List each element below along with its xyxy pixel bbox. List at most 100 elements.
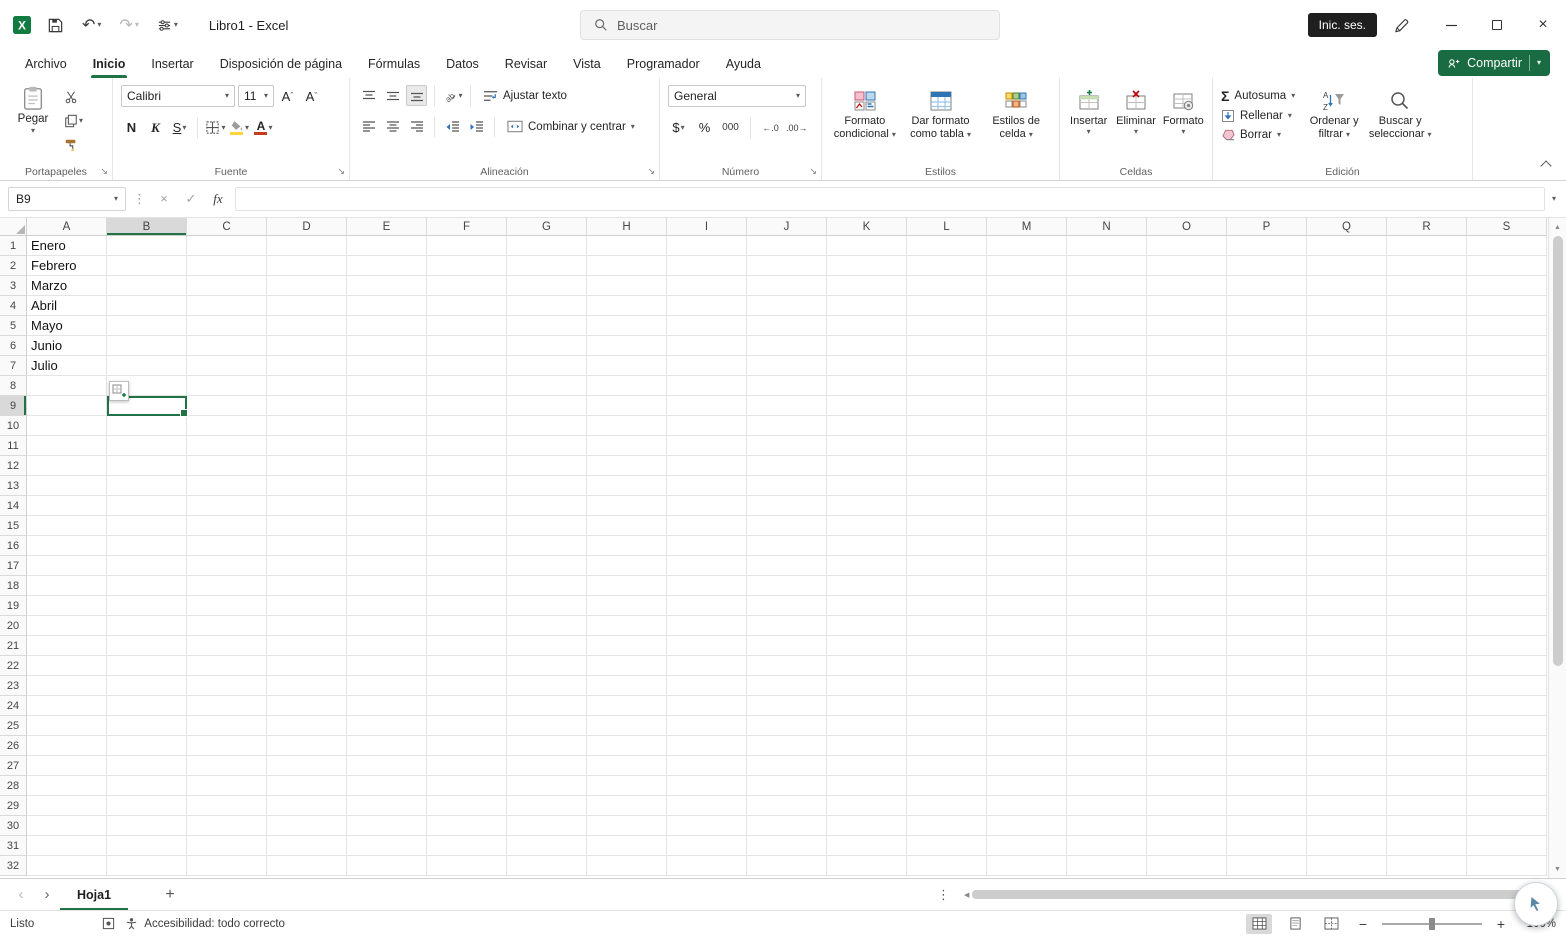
cell-H11[interactable] — [587, 436, 667, 456]
cell-D24[interactable] — [267, 696, 347, 716]
cell-C22[interactable] — [187, 656, 267, 676]
cell-B10[interactable] — [107, 416, 187, 436]
cell-F5[interactable] — [427, 316, 507, 336]
row-header-5[interactable]: 5 — [0, 316, 27, 336]
cell-K17[interactable] — [827, 556, 907, 576]
row-header-12[interactable]: 12 — [0, 456, 27, 476]
row-header-24[interactable]: 24 — [0, 696, 27, 716]
cell-A19[interactable] — [27, 596, 107, 616]
cell-E3[interactable] — [347, 276, 427, 296]
column-header-K[interactable]: K — [827, 218, 907, 236]
align-left-button[interactable] — [358, 116, 379, 137]
cell-A5[interactable]: Mayo — [27, 316, 107, 336]
cell-I14[interactable] — [667, 496, 747, 516]
tab-archivo[interactable]: Archivo — [12, 50, 80, 78]
cell-H17[interactable] — [587, 556, 667, 576]
cell-E22[interactable] — [347, 656, 427, 676]
horizontal-scrollbar[interactable]: ◀ ▶ — [964, 890, 1536, 899]
cell-J8[interactable] — [747, 376, 827, 396]
percent-format-button[interactable]: % — [694, 117, 715, 138]
cell-E27[interactable] — [347, 756, 427, 776]
cell-B21[interactable] — [107, 636, 187, 656]
cell-P12[interactable] — [1227, 456, 1307, 476]
cell-G29[interactable] — [507, 796, 587, 816]
cut-button[interactable] — [64, 88, 83, 105]
cell-J27[interactable] — [747, 756, 827, 776]
cell-O25[interactable] — [1147, 716, 1227, 736]
cell-R24[interactable] — [1387, 696, 1467, 716]
cell-A30[interactable] — [27, 816, 107, 836]
cell-M4[interactable] — [987, 296, 1067, 316]
vertical-scroll-thumb[interactable] — [1552, 236, 1563, 666]
cell-I17[interactable] — [667, 556, 747, 576]
cell-C12[interactable] — [187, 456, 267, 476]
cell-R12[interactable] — [1387, 456, 1467, 476]
zoom-out-button[interactable]: − — [1354, 916, 1372, 932]
cell-I15[interactable] — [667, 516, 747, 536]
cell-H30[interactable] — [587, 816, 667, 836]
cell-N1[interactable] — [1067, 236, 1147, 256]
cell-E9[interactable] — [347, 396, 427, 416]
cell-E17[interactable] — [347, 556, 427, 576]
row-header-18[interactable]: 18 — [0, 576, 27, 596]
cell-Q6[interactable] — [1307, 336, 1387, 356]
insert-function-button[interactable]: fx — [208, 191, 228, 207]
row-header-32[interactable]: 32 — [0, 856, 27, 876]
cell-H3[interactable] — [587, 276, 667, 296]
cell-F4[interactable] — [427, 296, 507, 316]
cell-I26[interactable] — [667, 736, 747, 756]
bold-button[interactable]: N — [121, 117, 142, 138]
cell-N31[interactable] — [1067, 836, 1147, 856]
cell-K22[interactable] — [827, 656, 907, 676]
conditional-formatting-button[interactable]: Formato condicional ▾ — [828, 85, 902, 141]
cell-C5[interactable] — [187, 316, 267, 336]
cell-K31[interactable] — [827, 836, 907, 856]
name-box[interactable]: B9 ▾ — [8, 186, 126, 211]
cell-H31[interactable] — [587, 836, 667, 856]
cell-J22[interactable] — [747, 656, 827, 676]
page-layout-view-button[interactable] — [1282, 914, 1308, 934]
cell-D16[interactable] — [267, 536, 347, 556]
cell-L1[interactable] — [907, 236, 987, 256]
cell-N28[interactable] — [1067, 776, 1147, 796]
cell-R10[interactable] — [1387, 416, 1467, 436]
cell-Q27[interactable] — [1307, 756, 1387, 776]
cell-O21[interactable] — [1147, 636, 1227, 656]
cell-R2[interactable] — [1387, 256, 1467, 276]
cell-I10[interactable] — [667, 416, 747, 436]
cell-L9[interactable] — [907, 396, 987, 416]
cell-A25[interactable] — [27, 716, 107, 736]
cell-H29[interactable] — [587, 796, 667, 816]
row-header-15[interactable]: 15 — [0, 516, 27, 536]
row-header-6[interactable]: 6 — [0, 336, 27, 356]
cell-B25[interactable] — [107, 716, 187, 736]
cell-B3[interactable] — [107, 276, 187, 296]
cell-F18[interactable] — [427, 576, 507, 596]
cell-G8[interactable] — [507, 376, 587, 396]
cell-L27[interactable] — [907, 756, 987, 776]
cell-H23[interactable] — [587, 676, 667, 696]
row-header-29[interactable]: 29 — [0, 796, 27, 816]
cell-O1[interactable] — [1147, 236, 1227, 256]
cell-G1[interactable] — [507, 236, 587, 256]
row-header-16[interactable]: 16 — [0, 536, 27, 556]
number-format-select[interactable]: General ▾ — [668, 85, 806, 107]
increase-font-size-button[interactable]: Aˆ — [277, 86, 298, 107]
accessibility-status[interactable]: Accesibilidad: todo correcto — [125, 917, 285, 930]
cell-C8[interactable] — [187, 376, 267, 396]
cell-Q17[interactable] — [1307, 556, 1387, 576]
cell-D22[interactable] — [267, 656, 347, 676]
cell-L22[interactable] — [907, 656, 987, 676]
cell-F29[interactable] — [427, 796, 507, 816]
sort-filter-button[interactable]: AZ Ordenar y filtrar ▾ — [1301, 85, 1367, 141]
cell-C29[interactable] — [187, 796, 267, 816]
cell-F19[interactable] — [427, 596, 507, 616]
cell-H20[interactable] — [587, 616, 667, 636]
column-header-H[interactable]: H — [587, 218, 667, 236]
cell-O30[interactable] — [1147, 816, 1227, 836]
cell-D1[interactable] — [267, 236, 347, 256]
cell-J23[interactable] — [747, 676, 827, 696]
sheet-bar-menu-icon[interactable]: ⋮ — [931, 887, 956, 903]
cell-C9[interactable] — [187, 396, 267, 416]
cell-D15[interactable] — [267, 516, 347, 536]
